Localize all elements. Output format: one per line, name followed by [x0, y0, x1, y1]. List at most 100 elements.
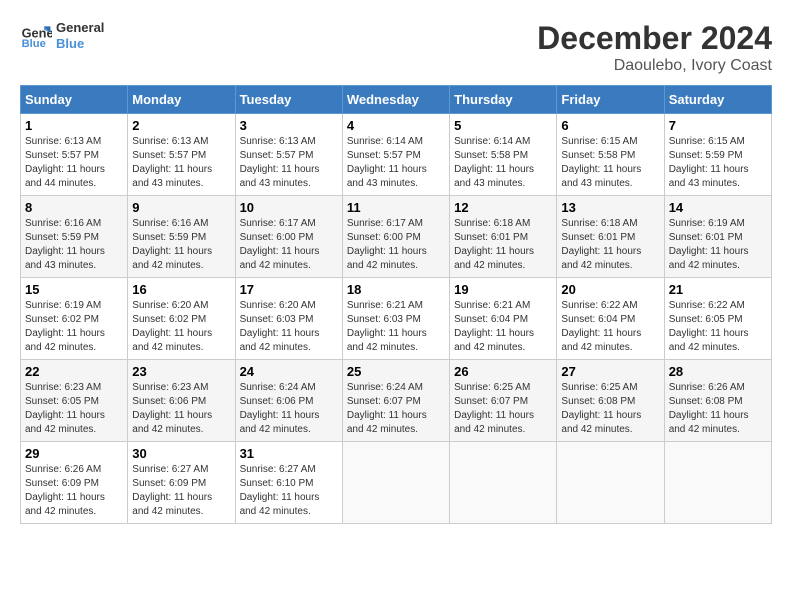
day-number: 23	[132, 364, 230, 379]
day-info: Sunrise: 6:15 AM Sunset: 5:59 PM Dayligh…	[669, 135, 767, 191]
day-number: 26	[454, 364, 552, 379]
col-header-friday: Friday	[557, 86, 664, 114]
day-info: Sunrise: 6:22 AM Sunset: 6:04 PM Dayligh…	[561, 299, 659, 355]
day-number: 14	[669, 200, 767, 215]
calendar-table: SundayMondayTuesdayWednesdayThursdayFrid…	[20, 85, 772, 524]
day-info: Sunrise: 6:14 AM Sunset: 5:57 PM Dayligh…	[347, 135, 445, 191]
day-number: 24	[240, 364, 338, 379]
calendar-cell: 27 Sunrise: 6:25 AM Sunset: 6:08 PM Dayl…	[557, 360, 664, 442]
day-info: Sunrise: 6:26 AM Sunset: 6:09 PM Dayligh…	[25, 463, 123, 519]
day-number: 30	[132, 446, 230, 461]
calendar-cell: 5 Sunrise: 6:14 AM Sunset: 5:58 PM Dayli…	[450, 114, 557, 196]
calendar-cell	[557, 442, 664, 524]
page-header: General Blue General Blue December 2024 …	[20, 20, 772, 75]
day-info: Sunrise: 6:23 AM Sunset: 6:06 PM Dayligh…	[132, 381, 230, 437]
calendar-cell: 21 Sunrise: 6:22 AM Sunset: 6:05 PM Dayl…	[664, 278, 771, 360]
day-info: Sunrise: 6:18 AM Sunset: 6:01 PM Dayligh…	[561, 217, 659, 273]
day-number: 10	[240, 200, 338, 215]
calendar-cell: 11 Sunrise: 6:17 AM Sunset: 6:00 PM Dayl…	[342, 196, 449, 278]
calendar-cell: 22 Sunrise: 6:23 AM Sunset: 6:05 PM Dayl…	[21, 360, 128, 442]
calendar-cell: 2 Sunrise: 6:13 AM Sunset: 5:57 PM Dayli…	[128, 114, 235, 196]
calendar-cell: 18 Sunrise: 6:21 AM Sunset: 6:03 PM Dayl…	[342, 278, 449, 360]
day-number: 15	[25, 282, 123, 297]
day-info: Sunrise: 6:24 AM Sunset: 6:06 PM Dayligh…	[240, 381, 338, 437]
day-info: Sunrise: 6:21 AM Sunset: 6:03 PM Dayligh…	[347, 299, 445, 355]
calendar-cell: 4 Sunrise: 6:14 AM Sunset: 5:57 PM Dayli…	[342, 114, 449, 196]
day-info: Sunrise: 6:25 AM Sunset: 6:08 PM Dayligh…	[561, 381, 659, 437]
day-number: 21	[669, 282, 767, 297]
day-info: Sunrise: 6:20 AM Sunset: 6:02 PM Dayligh…	[132, 299, 230, 355]
calendar-cell: 24 Sunrise: 6:24 AM Sunset: 6:06 PM Dayl…	[235, 360, 342, 442]
col-header-wednesday: Wednesday	[342, 86, 449, 114]
title-block: December 2024 Daoulebo, Ivory Coast	[537, 20, 772, 75]
day-info: Sunrise: 6:26 AM Sunset: 6:08 PM Dayligh…	[669, 381, 767, 437]
day-number: 18	[347, 282, 445, 297]
logo: General Blue General Blue	[20, 20, 104, 52]
calendar-cell: 14 Sunrise: 6:19 AM Sunset: 6:01 PM Dayl…	[664, 196, 771, 278]
day-info: Sunrise: 6:13 AM Sunset: 5:57 PM Dayligh…	[240, 135, 338, 191]
day-number: 31	[240, 446, 338, 461]
calendar-cell	[342, 442, 449, 524]
calendar-cell: 17 Sunrise: 6:20 AM Sunset: 6:03 PM Dayl…	[235, 278, 342, 360]
day-number: 3	[240, 118, 338, 133]
col-header-thursday: Thursday	[450, 86, 557, 114]
day-info: Sunrise: 6:24 AM Sunset: 6:07 PM Dayligh…	[347, 381, 445, 437]
day-number: 7	[669, 118, 767, 133]
day-number: 9	[132, 200, 230, 215]
day-info: Sunrise: 6:17 AM Sunset: 6:00 PM Dayligh…	[240, 217, 338, 273]
col-header-sunday: Sunday	[21, 86, 128, 114]
day-info: Sunrise: 6:17 AM Sunset: 6:00 PM Dayligh…	[347, 217, 445, 273]
day-number: 19	[454, 282, 552, 297]
day-info: Sunrise: 6:13 AM Sunset: 5:57 PM Dayligh…	[25, 135, 123, 191]
logo-text: General Blue	[56, 20, 104, 51]
day-number: 13	[561, 200, 659, 215]
day-number: 29	[25, 446, 123, 461]
calendar-cell: 28 Sunrise: 6:26 AM Sunset: 6:08 PM Dayl…	[664, 360, 771, 442]
day-number: 17	[240, 282, 338, 297]
day-number: 22	[25, 364, 123, 379]
calendar-cell: 23 Sunrise: 6:23 AM Sunset: 6:06 PM Dayl…	[128, 360, 235, 442]
calendar-cell: 19 Sunrise: 6:21 AM Sunset: 6:04 PM Dayl…	[450, 278, 557, 360]
calendar-cell: 8 Sunrise: 6:16 AM Sunset: 5:59 PM Dayli…	[21, 196, 128, 278]
day-info: Sunrise: 6:19 AM Sunset: 6:02 PM Dayligh…	[25, 299, 123, 355]
calendar-cell: 13 Sunrise: 6:18 AM Sunset: 6:01 PM Dayl…	[557, 196, 664, 278]
day-number: 1	[25, 118, 123, 133]
calendar-cell: 20 Sunrise: 6:22 AM Sunset: 6:04 PM Dayl…	[557, 278, 664, 360]
day-info: Sunrise: 6:27 AM Sunset: 6:09 PM Dayligh…	[132, 463, 230, 519]
day-number: 5	[454, 118, 552, 133]
day-number: 8	[25, 200, 123, 215]
day-number: 12	[454, 200, 552, 215]
calendar-cell: 3 Sunrise: 6:13 AM Sunset: 5:57 PM Dayli…	[235, 114, 342, 196]
day-info: Sunrise: 6:22 AM Sunset: 6:05 PM Dayligh…	[669, 299, 767, 355]
calendar-cell: 15 Sunrise: 6:19 AM Sunset: 6:02 PM Dayl…	[21, 278, 128, 360]
calendar-cell: 16 Sunrise: 6:20 AM Sunset: 6:02 PM Dayl…	[128, 278, 235, 360]
col-header-monday: Monday	[128, 86, 235, 114]
day-info: Sunrise: 6:13 AM Sunset: 5:57 PM Dayligh…	[132, 135, 230, 191]
calendar-cell: 25 Sunrise: 6:24 AM Sunset: 6:07 PM Dayl…	[342, 360, 449, 442]
day-number: 11	[347, 200, 445, 215]
calendar-cell	[664, 442, 771, 524]
col-header-saturday: Saturday	[664, 86, 771, 114]
logo-line1: General	[56, 20, 104, 36]
page-title: December 2024	[537, 20, 772, 57]
day-info: Sunrise: 6:18 AM Sunset: 6:01 PM Dayligh…	[454, 217, 552, 273]
day-number: 20	[561, 282, 659, 297]
day-number: 27	[561, 364, 659, 379]
day-number: 16	[132, 282, 230, 297]
day-info: Sunrise: 6:15 AM Sunset: 5:58 PM Dayligh…	[561, 135, 659, 191]
logo-line2: Blue	[56, 36, 104, 52]
calendar-cell: 6 Sunrise: 6:15 AM Sunset: 5:58 PM Dayli…	[557, 114, 664, 196]
day-info: Sunrise: 6:20 AM Sunset: 6:03 PM Dayligh…	[240, 299, 338, 355]
day-info: Sunrise: 6:19 AM Sunset: 6:01 PM Dayligh…	[669, 217, 767, 273]
day-info: Sunrise: 6:16 AM Sunset: 5:59 PM Dayligh…	[25, 217, 123, 273]
calendar-cell	[450, 442, 557, 524]
calendar-cell: 9 Sunrise: 6:16 AM Sunset: 5:59 PM Dayli…	[128, 196, 235, 278]
calendar-cell: 29 Sunrise: 6:26 AM Sunset: 6:09 PM Dayl…	[21, 442, 128, 524]
day-number: 4	[347, 118, 445, 133]
day-number: 25	[347, 364, 445, 379]
day-info: Sunrise: 6:23 AM Sunset: 6:05 PM Dayligh…	[25, 381, 123, 437]
day-info: Sunrise: 6:21 AM Sunset: 6:04 PM Dayligh…	[454, 299, 552, 355]
calendar-cell: 10 Sunrise: 6:17 AM Sunset: 6:00 PM Dayl…	[235, 196, 342, 278]
day-number: 28	[669, 364, 767, 379]
calendar-cell: 7 Sunrise: 6:15 AM Sunset: 5:59 PM Dayli…	[664, 114, 771, 196]
